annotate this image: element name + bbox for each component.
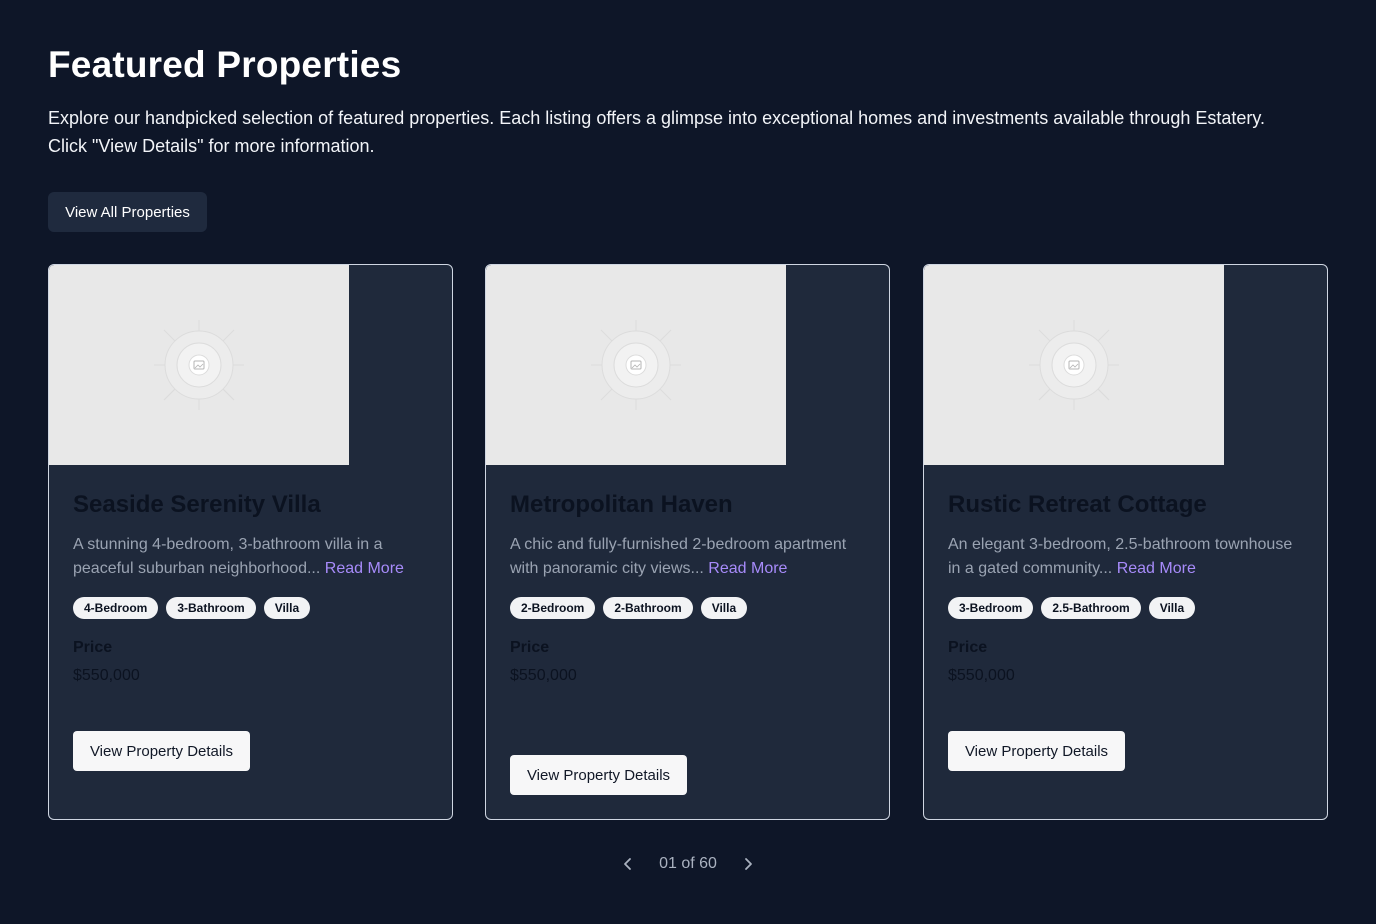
property-tags: 3-Bedroom 2.5-Bathroom Villa xyxy=(948,597,1308,619)
price-value: $550,000 xyxy=(948,667,1015,684)
read-more-link[interactable]: Read More xyxy=(325,560,404,577)
image-placeholder-icon xyxy=(591,320,681,410)
image-placeholder-icon xyxy=(1029,320,1119,410)
previous-page-button[interactable] xyxy=(617,853,639,875)
tag-bedrooms: 4-Bedroom xyxy=(73,597,159,619)
tag-type: Villa xyxy=(700,597,748,619)
property-description: A chic and fully-furnished 2-bedroom apa… xyxy=(510,533,870,581)
image-placeholder-icon xyxy=(154,320,244,410)
page-indicator: 01 of 60 xyxy=(659,855,717,872)
property-tags: 2-Bedroom 2-Bathroom Villa xyxy=(510,597,870,619)
property-tags: 4-Bedroom 3-Bathroom Villa xyxy=(73,597,433,619)
description-text: A chic and fully-furnished 2-bedroom apa… xyxy=(510,536,847,577)
price-value: $550,000 xyxy=(510,667,577,684)
price-label: Price xyxy=(948,639,988,656)
property-title: Rustic Retreat Cottage xyxy=(948,491,1207,518)
section-intro: Explore our handpicked selection of feat… xyxy=(48,108,1266,156)
view-property-details-button[interactable]: View Property Details xyxy=(73,731,250,771)
property-image-placeholder xyxy=(49,265,349,465)
price-label: Price xyxy=(510,639,550,656)
read-more-link[interactable]: Read More xyxy=(708,560,787,577)
pagination: 01 of 60 xyxy=(48,848,1328,880)
property-title: Metropolitan Haven xyxy=(510,491,733,518)
tag-bathrooms: 2-Bathroom xyxy=(603,597,693,619)
chevron-right-icon xyxy=(745,858,752,870)
price-value: $550,000 xyxy=(73,667,140,684)
tag-bathrooms: 3-Bathroom xyxy=(166,597,256,619)
price-label: Price xyxy=(73,639,113,656)
tag-bedrooms: 2-Bedroom xyxy=(510,597,596,619)
tag-type: Villa xyxy=(263,597,311,619)
read-more-link[interactable]: Read More xyxy=(1117,560,1196,577)
page-title: Featured Properties xyxy=(48,44,402,85)
property-cards: Seaside Serenity Villa A stunning 4-bedr… xyxy=(48,264,1328,820)
next-page-button[interactable] xyxy=(737,853,759,875)
tag-bedrooms: 3-Bedroom xyxy=(948,597,1034,619)
property-card: Rustic Retreat Cottage An elegant 3-bedr… xyxy=(923,264,1328,820)
view-property-details-button[interactable]: View Property Details xyxy=(948,731,1125,771)
property-image-placeholder xyxy=(924,265,1224,465)
property-title: Seaside Serenity Villa xyxy=(73,491,321,518)
view-all-properties-button[interactable]: View All Properties xyxy=(48,192,207,232)
chevron-left-icon xyxy=(624,858,631,870)
card-body: Rustic Retreat Cottage An elegant 3-bedr… xyxy=(948,489,1308,687)
property-description: An elegant 3-bedroom, 2.5-bathroom townh… xyxy=(948,533,1308,581)
property-image-placeholder xyxy=(486,265,786,465)
card-body: Metropolitan Haven A chic and fully-furn… xyxy=(510,489,870,687)
property-description: A stunning 4-bedroom, 3-bathroom villa i… xyxy=(73,533,433,581)
property-card: Metropolitan Haven A chic and fully-furn… xyxy=(485,264,890,820)
card-body: Seaside Serenity Villa A stunning 4-bedr… xyxy=(73,489,433,687)
tag-type: Villa xyxy=(1148,597,1196,619)
property-card: Seaside Serenity Villa A stunning 4-bedr… xyxy=(48,264,453,820)
view-property-details-button[interactable]: View Property Details xyxy=(510,755,687,795)
tag-bathrooms: 2.5-Bathroom xyxy=(1041,597,1141,619)
